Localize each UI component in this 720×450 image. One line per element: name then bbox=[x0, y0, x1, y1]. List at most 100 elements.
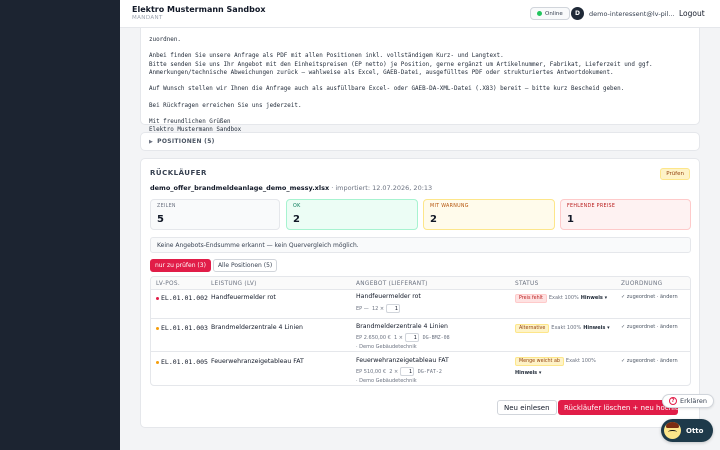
brand-name: Elektro Mustermann Sandbox bbox=[132, 5, 266, 14]
table-row: EL.01.01.002 Handfeuermelder rot Handfeu… bbox=[151, 290, 690, 319]
lv-pos: EL.01.01.005 bbox=[156, 358, 208, 366]
match-score: Exakt 100% bbox=[551, 325, 582, 331]
mail-line bbox=[149, 110, 691, 118]
avatar[interactable]: D bbox=[571, 7, 584, 20]
stat-value: 5 bbox=[157, 214, 164, 225]
hinweis-cell: Hinweis ▾ bbox=[515, 369, 541, 376]
otto-label: Otto bbox=[686, 426, 704, 435]
bullet-amber-icon bbox=[156, 360, 159, 364]
bullet-red-icon bbox=[156, 296, 159, 300]
col-angebot: ANGEBOT (LIEFERANT) bbox=[356, 280, 428, 287]
col-zuordnung: ZUORDNUNG bbox=[621, 280, 663, 287]
mail-line: Auf Wunsch stellen wir Ihnen die Anfrage… bbox=[149, 86, 625, 93]
hinweis-dropdown[interactable]: Hinweis ▾ bbox=[515, 370, 541, 376]
mail-line bbox=[149, 77, 691, 85]
section-title: RÜCKLÄUFER bbox=[150, 169, 207, 177]
hinweis-dropdown[interactable]: Hinweis ▾ bbox=[581, 295, 607, 301]
mail-line: Bitte senden Sie uns Ihr Angebot mit den… bbox=[149, 61, 653, 68]
angebot-details: EP — 12 × 1 bbox=[356, 304, 402, 313]
qty-prefix: 12 × bbox=[371, 306, 385, 312]
stat-label: OK bbox=[293, 204, 301, 209]
mail-text: zuordnen. Anbei finden Sie unsere Anfrag… bbox=[140, 28, 700, 133]
zuordnung-cell[interactable]: ✓ zugeordnet · ändern bbox=[621, 358, 678, 364]
qty-prefix: 2 × bbox=[389, 369, 399, 375]
quantity-input[interactable]: 1 bbox=[404, 333, 419, 342]
ep-value: EP 2.650,00 € bbox=[356, 335, 391, 341]
status-cell: Menge weicht ab Exakt 100% bbox=[515, 357, 596, 366]
stat-ok: OK 2 bbox=[286, 199, 418, 230]
online-label: Online bbox=[545, 10, 563, 17]
ep-value: EP — bbox=[356, 306, 369, 312]
stat-value: 1 bbox=[567, 214, 574, 225]
table-row: EL.01.01.005 Feuerwehranzeigetableau FAT… bbox=[151, 352, 690, 385]
mail-line bbox=[149, 93, 691, 101]
logout-button[interactable]: Logout bbox=[679, 9, 705, 18]
tab-nur-zu-pruefen[interactable]: nur zu prüfen (3) bbox=[150, 259, 211, 272]
online-status: Online bbox=[530, 7, 570, 20]
file-line: demo_offer_brandmeldeanlage_demo_messy.x… bbox=[150, 184, 432, 192]
bullet-amber-icon bbox=[156, 326, 159, 330]
lv-pos-text: EL.01.01.002 bbox=[161, 294, 208, 302]
notice: Keine Angebots-Endsumme erkannt — kein Q… bbox=[150, 237, 691, 253]
stat-fehlende-preise: FEHLENDE PREISE 1 bbox=[560, 199, 691, 230]
status-badge: Preis fehlt bbox=[515, 294, 547, 303]
online-dot-icon bbox=[537, 11, 542, 16]
hinweis-dropdown[interactable]: Hinweis ▾ bbox=[583, 325, 609, 331]
mail-line: Mit freundlichen Grüßen bbox=[149, 119, 231, 126]
user-email[interactable]: demo-interessent@lv-pil... bbox=[589, 10, 675, 18]
quantity-input[interactable]: 1 bbox=[386, 304, 401, 313]
angebot-name: Brandmelderzentrale 4 Linien bbox=[356, 323, 448, 330]
sidebar bbox=[0, 0, 120, 450]
stat-label: MIT WARNUNG bbox=[430, 204, 469, 209]
match-score: Exakt 100% bbox=[565, 358, 596, 364]
col-lvpos: LV-POS. bbox=[156, 280, 180, 287]
ep-value: EP 510,00 € bbox=[356, 369, 387, 375]
mail-line bbox=[149, 44, 691, 52]
stat-label: FEHLENDE PREISE bbox=[567, 204, 616, 209]
status-badge: Prüfen bbox=[660, 168, 690, 180]
positionen-toggle[interactable]: ▶ POSITIONEN (5) bbox=[140, 132, 700, 151]
delete-reupload-button[interactable]: Rückläufer löschen + neu hochladen bbox=[558, 400, 678, 415]
lv-leistung: Brandmelderzentrale 4 Linien bbox=[211, 324, 303, 331]
lv-pos-text: EL.01.01.005 bbox=[161, 358, 208, 366]
otto-assistant-button[interactable]: Otto bbox=[661, 419, 713, 442]
stat-value: 2 bbox=[293, 214, 300, 225]
fabrikat: · Demo Gebäudetechnik bbox=[356, 378, 417, 384]
erklaeren-label: Erklären bbox=[680, 397, 707, 405]
angebot-details: EP 510,00 € 2 × 1 DG-FAT-2 bbox=[356, 367, 442, 376]
question-icon: ? bbox=[669, 397, 677, 405]
zuordnung-cell[interactable]: ✓ zugeordnet · ändern bbox=[621, 294, 678, 300]
zuordnung-cell[interactable]: ✓ zugeordnet · ändern bbox=[621, 324, 678, 330]
top-header: Elektro Mustermann Sandbox MANDANT Onlin… bbox=[120, 0, 720, 28]
match-score: Exakt 100% bbox=[548, 295, 579, 301]
lv-leistung: Feuerwehranzeigetableau FAT bbox=[211, 358, 304, 365]
table-row: EL.01.01.003 Brandmelderzentrale 4 Linie… bbox=[151, 319, 690, 352]
qty-prefix: 1 × bbox=[394, 335, 403, 341]
lv-leistung: Handfeuermelder rot bbox=[211, 294, 276, 301]
positionen-label: POSITIONEN (5) bbox=[157, 138, 215, 145]
quantity-input[interactable]: 1 bbox=[400, 367, 415, 376]
import-date: · importiert: 12.07.2026, 20:13 bbox=[329, 184, 433, 192]
mail-line: Bei Rückfragen erreichen Sie uns jederze… bbox=[149, 102, 302, 109]
erklaeren-button[interactable]: ? Erklären bbox=[662, 394, 714, 408]
tab-alle-positionen[interactable]: Alle Positionen (5) bbox=[212, 259, 278, 272]
brand: Elektro Mustermann Sandbox MANDANT bbox=[132, 5, 266, 21]
stat-label: ZEILEN bbox=[157, 204, 176, 209]
col-leistung: LEISTUNG (LV) bbox=[211, 280, 257, 287]
artikelnummer: DG-BMZ-08 bbox=[422, 335, 450, 341]
filter-tabs: nur zu prüfen (3) Alle Positionen (5) bbox=[150, 259, 278, 272]
neu-einlesen-button[interactable]: Neu einlesen bbox=[497, 400, 557, 415]
mail-line: Anbei finden Sie unsere Anfrage als PDF … bbox=[149, 53, 504, 60]
mail-line: Anmerkungen/technische Abweichungen zurü… bbox=[149, 69, 614, 76]
lv-pos: EL.01.01.002 bbox=[156, 294, 208, 302]
status-badge: Alternative bbox=[515, 324, 550, 333]
angebot-name: Feuerwehranzeigetableau FAT bbox=[356, 357, 449, 364]
mail-line: zuordnen. bbox=[149, 37, 181, 43]
ruecklaeufer-card: RÜCKLÄUFER Prüfen demo_offer_brandmeldea… bbox=[140, 158, 700, 428]
lv-pos: EL.01.01.003 bbox=[156, 324, 208, 332]
otto-avatar-icon bbox=[664, 422, 681, 439]
fabrikat: · Demo Gebäudetechnik bbox=[356, 344, 417, 350]
status-cell: Alternative Exakt 100% Hinweis ▾ bbox=[515, 324, 610, 333]
stat-warnung: MIT WARNUNG 2 bbox=[423, 199, 555, 230]
lv-pos-text: EL.01.01.003 bbox=[161, 324, 208, 332]
